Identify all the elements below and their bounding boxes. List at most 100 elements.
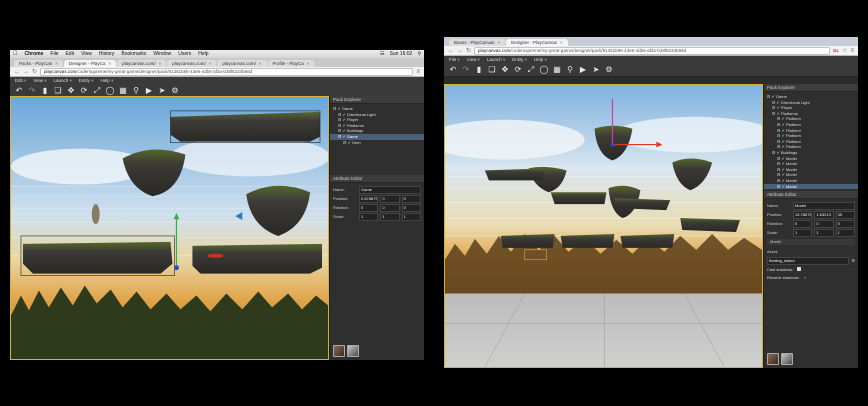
menubar-item-file[interactable]: File [50, 51, 58, 57]
rotation-z-field[interactable]: 0 [835, 219, 855, 228]
position-z-field[interactable]: 35 [835, 210, 855, 219]
menubar-item-view[interactable]: View [81, 51, 92, 57]
rotation-y-field[interactable]: 0 [814, 219, 834, 228]
world-icon[interactable]: ◯ [540, 66, 549, 74]
rotate-icon[interactable]: ⟳ [514, 66, 522, 74]
back-arrow-icon[interactable]: ← [448, 48, 454, 54]
grid-icon[interactable]: ▦ [553, 66, 561, 74]
close-tab-icon[interactable]: × [560, 39, 563, 46]
rotation-y-field[interactable]: 0 [380, 203, 400, 212]
close-tab-icon[interactable]: × [209, 60, 212, 67]
wifi-icon[interactable]: ☵ [380, 51, 384, 57]
settings-icon[interactable]: ⚙ [171, 87, 179, 95]
receive-shadows-check-icon[interactable]: ✓ [803, 275, 806, 280]
menubar-item-edit[interactable]: Edit [65, 51, 74, 57]
cast-shadows-checkbox[interactable] [797, 267, 802, 272]
menubar-item-history[interactable]: History [99, 51, 115, 57]
publish-icon[interactable]: ➤ [158, 87, 166, 95]
undo-icon[interactable]: ↶ [15, 87, 23, 95]
tree-node[interactable]: ⊟ ✔ Gem [330, 140, 424, 146]
scale-icon[interactable]: ⤢ [93, 87, 101, 95]
scale-y-field[interactable]: 1 [814, 228, 834, 237]
back-arrow-icon[interactable]: ← [14, 69, 20, 75]
browser-menu-icon[interactable]: ≡ [416, 69, 420, 75]
browser-tab-active[interactable]: Designer - PlayCa × [63, 60, 117, 67]
browser-tab[interactable]: playcanvas.com/× [117, 60, 167, 67]
menu-view[interactable]: View [33, 78, 46, 84]
menu-entity[interactable]: Entity [79, 78, 94, 84]
url-field[interactable]: playcanvas.com/codersupreme/my-great-gam… [474, 46, 830, 55]
name-field[interactable]: Model [793, 201, 855, 210]
rotate-icon[interactable]: ⟳ [80, 87, 88, 95]
menu-entity[interactable]: Entity [512, 57, 527, 63]
duplicate-icon[interactable]: ❏ [488, 66, 496, 74]
avatar[interactable] [767, 353, 779, 365]
close-tab-icon[interactable]: × [159, 60, 162, 67]
forward-arrow-icon[interactable]: → [457, 48, 463, 54]
grid-icon[interactable]: ▦ [119, 87, 127, 95]
browser-tab[interactable]: playcanvas.com/× [167, 60, 217, 67]
scale-x-field[interactable]: 1 [359, 212, 379, 221]
delete-icon[interactable]: ▮ [41, 87, 49, 95]
scale-y-field[interactable]: 1 [380, 212, 400, 221]
avatar[interactable] [347, 345, 359, 357]
name-field[interactable]: Game [359, 185, 421, 194]
rotation-z-field[interactable]: 0 [401, 203, 421, 212]
menu-view[interactable]: View [467, 57, 480, 63]
zoom-icon[interactable]: ⚲ [566, 66, 574, 74]
menu-help[interactable]: Help [534, 57, 547, 63]
scale-icon[interactable]: ⤢ [527, 66, 535, 74]
3d-viewport[interactable] [10, 96, 329, 360]
close-tab-icon[interactable]: × [55, 60, 58, 67]
redo-icon[interactable]: ↷ [28, 87, 36, 95]
position-x-field[interactable]: 15.78678 [793, 210, 813, 219]
position-y-field[interactable]: 0 [380, 194, 400, 203]
reload-icon[interactable]: ↻ [466, 47, 471, 54]
close-tab-icon[interactable]: × [307, 60, 310, 67]
menu-launch[interactable]: Launch [53, 78, 71, 84]
browser-tab[interactable]: Profile - PlayCa × [267, 60, 315, 67]
star-bookmark-icon[interactable]: ☆ [842, 47, 847, 54]
position-y-field[interactable]: 1.63213 [814, 210, 834, 219]
play-icon[interactable]: ▶ [579, 66, 587, 74]
scale-x-field[interactable]: 1 [793, 228, 813, 237]
move-icon[interactable]: ✥ [67, 87, 75, 95]
rotation-x-field[interactable]: 0 [359, 203, 379, 212]
close-tab-icon[interactable]: × [259, 60, 262, 67]
redo-icon[interactable]: ↷ [462, 66, 470, 74]
menubar-item-help[interactable]: Help [198, 51, 208, 57]
browser-tab[interactable]: Boxes - PlayCanvas × [449, 39, 505, 46]
browser-tab[interactable]: Packs - PlayCan × [14, 60, 63, 67]
menubar-item-bookmarks[interactable]: Bookmarks [121, 51, 146, 57]
menu-help[interactable]: Help [101, 78, 114, 84]
duplicate-icon[interactable]: ❏ [54, 87, 62, 95]
close-tab-icon[interactable]: × [498, 39, 501, 46]
scale-z-field[interactable]: 1 [835, 228, 855, 237]
scale-z-field[interactable]: 1 [401, 212, 421, 221]
menubar-item-users[interactable]: Users [178, 51, 191, 57]
menubar-clock[interactable]: Sun 16:02 [390, 51, 413, 57]
zoom-icon[interactable]: ⚲ [132, 87, 140, 95]
delete-icon[interactable]: ▮ [475, 66, 483, 74]
tree-node[interactable]: ⊟ ✔ Model [764, 183, 858, 190]
menubar-item-window[interactable]: Window [153, 51, 171, 57]
close-tab-icon[interactable]: × [108, 60, 111, 67]
avatar[interactable] [781, 353, 793, 365]
position-z-field[interactable]: 0 [401, 194, 421, 203]
position-x-field[interactable]: 0.878879 [359, 194, 379, 203]
settings-icon[interactable]: ⚙ [605, 66, 613, 74]
menu-file[interactable]: File [449, 57, 460, 63]
menu-edit[interactable]: Edit [15, 78, 26, 84]
browser-tab[interactable]: playcanvas.com/× [217, 60, 267, 67]
apple-menu-icon[interactable]:  [13, 51, 18, 57]
publish-icon[interactable]: ➤ [592, 66, 600, 74]
spotlight-search-icon[interactable]: ⚲ [417, 51, 421, 57]
forward-arrow-icon[interactable]: → [23, 69, 29, 75]
menu-launch[interactable]: Launch [487, 57, 505, 63]
browser-menu-icon[interactable]: ≡ [850, 48, 854, 54]
url-field[interactable]: playcanvas.com/codersupreme/my-great-gam… [40, 67, 414, 76]
asset-settings-icon[interactable]: ⚙ [851, 258, 855, 263]
reload-icon[interactable]: ↻ [32, 68, 37, 75]
asset-field[interactable]: floating_island [767, 256, 850, 265]
avatar[interactable] [333, 345, 345, 357]
